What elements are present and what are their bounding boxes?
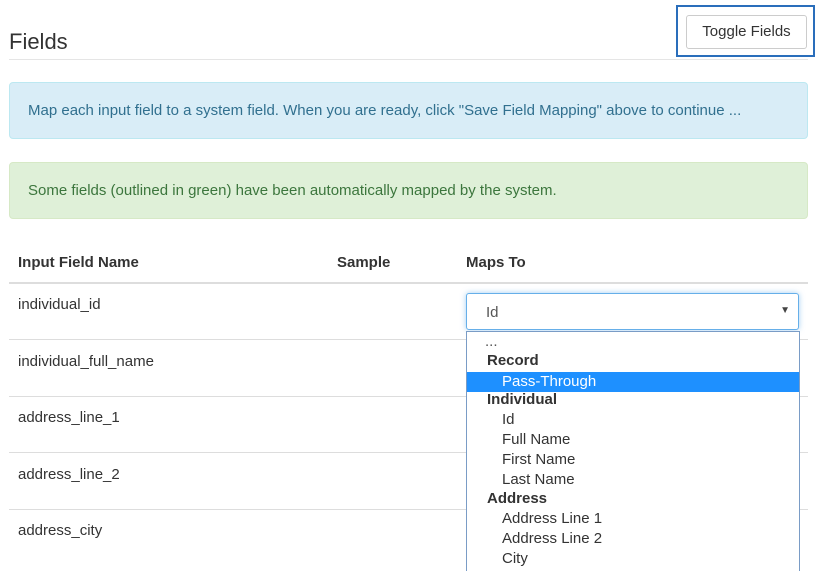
success-alert-text: Some fields (outlined in green) have bee…: [28, 182, 557, 199]
select-value: Id: [486, 304, 499, 321]
info-alert: Map each input field to a system field. …: [9, 82, 808, 139]
toggle-fields-focus-frame: Toggle Fields: [676, 5, 815, 57]
option-blank[interactable]: ...: [467, 334, 799, 349]
optgroup-address: Address: [487, 490, 548, 507]
option-first-name[interactable]: First Name: [467, 450, 799, 470]
option-pass-through[interactable]: Pass-Through: [467, 372, 799, 392]
optgroup-individual: Individual: [487, 391, 558, 408]
input-field-name: individual_id: [18, 296, 101, 313]
option-id[interactable]: Id: [467, 410, 799, 430]
input-field-name: address_line_2: [18, 466, 120, 483]
info-alert-text: Map each input field to a system field. …: [28, 102, 742, 119]
input-field-name: individual_full_name: [18, 353, 154, 370]
option-last-name[interactable]: Last Name: [467, 470, 799, 490]
option-city[interactable]: City: [467, 549, 799, 569]
option-full-name[interactable]: Full Name: [467, 430, 799, 450]
option-address-line-1[interactable]: Address Line 1: [467, 509, 799, 529]
page-title: Fields: [9, 29, 68, 54]
toggle-fields-button[interactable]: Toggle Fields: [686, 15, 807, 49]
column-header-maps-to: Maps To: [466, 254, 526, 271]
column-header-name: Input Field Name: [18, 254, 139, 271]
input-field-name: address_city: [18, 522, 103, 539]
success-alert: Some fields (outlined in green) have bee…: [9, 162, 808, 219]
input-field-name: address_line_1: [18, 409, 120, 426]
table-header-divider: [9, 282, 808, 284]
optgroup-record: Record: [487, 352, 539, 369]
maps-to-select[interactable]: Id ▼: [466, 293, 799, 330]
column-header-sample: Sample: [337, 254, 391, 271]
option-address-line-2[interactable]: Address Line 2: [467, 529, 799, 549]
maps-to-dropdown-list[interactable]: ... Record Pass-Through Individual Id Fu…: [466, 331, 800, 571]
header-divider: [9, 59, 808, 60]
chevron-down-icon: ▼: [780, 305, 790, 316]
